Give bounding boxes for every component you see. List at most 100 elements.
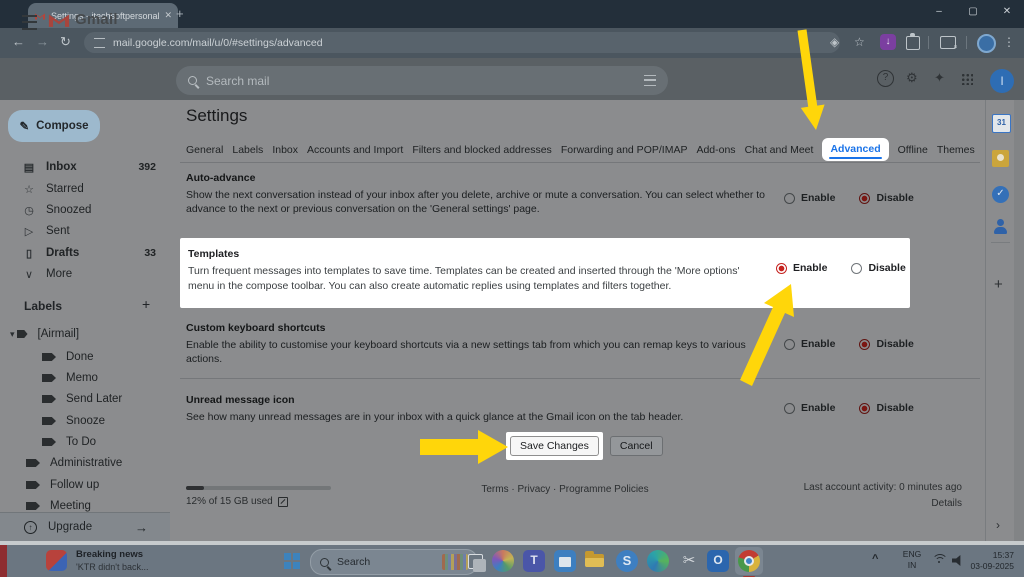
reading-mode-icon[interactable]: ◈: [830, 35, 839, 49]
tab-inbox[interactable]: Inbox: [272, 144, 298, 156]
browser-profile-avatar[interactable]: [977, 34, 996, 53]
minimize-button[interactable]: –: [928, 6, 950, 17]
start-button[interactable]: [284, 553, 300, 569]
send-icon: ▷: [22, 225, 36, 238]
disable-radio[interactable]: Disable: [859, 192, 913, 204]
inbox-icon: ▤: [22, 161, 36, 174]
section-auto-advance: Auto-advance Show the next conversation …: [186, 172, 976, 216]
outlook-icon[interactable]: O: [707, 550, 729, 572]
tab-close-icon[interactable]: ✕: [164, 10, 172, 21]
account-avatar[interactable]: I: [990, 69, 1014, 93]
calendar-icon[interactable]: 31: [992, 114, 1011, 133]
gemini-icon[interactable]: ✦: [934, 70, 945, 86]
sidebar-item-more[interactable]: ∨ More: [0, 264, 170, 284]
chrome-logo-icon: [738, 550, 760, 572]
details-link[interactable]: Details: [931, 498, 962, 509]
bookmark-star-icon[interactable]: ☆: [854, 35, 865, 49]
contacts-icon[interactable]: [992, 218, 1009, 235]
site-info-icon[interactable]: [94, 38, 105, 48]
main-menu-icon[interactable]: [22, 15, 37, 30]
chrome-icon-active[interactable]: [735, 547, 763, 575]
skype-icon[interactable]: S: [616, 550, 638, 572]
sidebar-label-done[interactable]: Done: [0, 347, 170, 367]
radio-circle-icon: [784, 339, 795, 350]
teams-icon[interactable]: T: [523, 550, 545, 572]
sidebar-label-send-later[interactable]: Send Later: [0, 389, 170, 409]
sidebar-item-drafts[interactable]: ▯ Drafts 33: [0, 243, 170, 263]
google-apps-grid-icon[interactable]: [961, 73, 973, 85]
get-add-ons-icon[interactable]: +: [994, 276, 1003, 293]
windows-taskbar: Breaking news 'KTR didn't back... Search…: [0, 545, 1024, 577]
settings-gear-icon[interactable]: ⚙: [906, 70, 918, 86]
tasks-icon[interactable]: ✓: [992, 186, 1009, 203]
widgets-news-icon[interactable]: [46, 550, 67, 571]
tab-themes[interactable]: Themes: [937, 144, 975, 156]
new-tab-button[interactable]: +: [176, 6, 184, 21]
maximize-button[interactable]: ▢: [962, 6, 984, 17]
sidebar-item-inbox[interactable]: ▤ Inbox 392: [0, 157, 170, 177]
edge-icon[interactable]: [647, 550, 669, 572]
close-button[interactable]: ✕: [996, 6, 1018, 17]
disable-radio[interactable]: Disable: [851, 262, 905, 274]
extensions-icon[interactable]: [906, 36, 920, 50]
address-bar[interactable]: mail.google.com/mail/u/0/#settings/advan…: [84, 32, 840, 53]
search-options-icon[interactable]: [644, 75, 656, 86]
tab-filters[interactable]: Filters and blocked addresses: [412, 144, 552, 156]
sidebar-item-snoozed[interactable]: ◷ Snoozed: [0, 200, 170, 220]
tab-advanced-active[interactable]: Advanced: [822, 138, 888, 161]
enable-radio[interactable]: Enable: [784, 192, 835, 204]
tab-offline[interactable]: Offline: [898, 144, 928, 156]
widget-news-subtitle[interactable]: 'KTR didn't back...: [76, 562, 148, 572]
sidebar-label-memo[interactable]: Memo: [0, 368, 170, 388]
sidebar-item-sent[interactable]: ▷ Sent: [0, 221, 170, 241]
expand-caret-icon[interactable]: ▾: [10, 329, 15, 340]
sidebar-item-starred[interactable]: ☆ Starred: [0, 179, 170, 199]
tray-chevron-icon[interactable]: ^: [872, 553, 878, 565]
upgrade-button[interactable]: ↑ Upgrade →: [0, 512, 170, 541]
snipping-tool-icon[interactable]: ✂: [678, 550, 700, 572]
microsoft-store-icon[interactable]: [554, 550, 576, 572]
disable-radio[interactable]: Disable: [859, 402, 913, 414]
keep-icon[interactable]: [992, 150, 1009, 167]
enable-radio[interactable]: Enable: [776, 262, 827, 274]
create-label-icon[interactable]: +: [142, 296, 150, 312]
enable-radio[interactable]: Enable: [784, 338, 835, 350]
sidebar-label-administrative[interactable]: Administrative: [0, 453, 170, 473]
compose-button[interactable]: ✎ Compose: [8, 110, 100, 142]
screenshot-tool-icon[interactable]: [940, 36, 956, 49]
clock-date[interactable]: 15:37 03-09-2025: [944, 550, 1014, 572]
search-mail-input[interactable]: Search mail: [176, 66, 668, 95]
help-icon[interactable]: ?: [877, 70, 894, 87]
tab-add-ons[interactable]: Add-ons: [696, 144, 735, 156]
browser-menu-icon[interactable]: ⋮: [1003, 35, 1015, 49]
back-icon[interactable]: ←: [12, 34, 25, 49]
cancel-button[interactable]: Cancel: [610, 436, 663, 456]
sidebar-label-to-do[interactable]: To Do: [0, 432, 170, 452]
toolbar-divider: [928, 36, 929, 49]
widget-news-title[interactable]: Breaking news: [76, 549, 143, 560]
reload-icon[interactable]: ↻: [60, 34, 71, 50]
sidebar-label-follow-up[interactable]: Follow up: [0, 475, 170, 495]
task-view-button[interactable]: [468, 554, 483, 569]
manage-storage-icon[interactable]: [278, 497, 288, 507]
language-indicator[interactable]: ENG IN: [896, 549, 928, 571]
sidebar-label-airmail[interactable]: ▾ [Airmail]: [0, 324, 170, 344]
tab-chat-and-meet[interactable]: Chat and Meet: [745, 144, 814, 156]
file-explorer-icon[interactable]: [585, 554, 604, 567]
tab-forwarding[interactable]: Forwarding and POP/IMAP: [561, 144, 688, 156]
forward-icon[interactable]: →: [36, 34, 49, 49]
collapse-panel-icon[interactable]: ›: [996, 518, 1000, 532]
toolbar-divider: [966, 36, 967, 49]
tab-general[interactable]: General: [186, 144, 223, 156]
copilot-icon[interactable]: [492, 550, 514, 572]
tab-labels[interactable]: Labels: [232, 144, 263, 156]
taskbar-search[interactable]: Search: [310, 549, 478, 575]
download-extension-icon[interactable]: ↓: [880, 34, 896, 50]
sidebar-label-snooze[interactable]: Snooze: [0, 411, 170, 431]
save-changes-button[interactable]: Save Changes: [510, 436, 599, 456]
radio-circle-icon: [776, 263, 787, 274]
enable-radio[interactable]: Enable: [784, 402, 835, 414]
disable-radio[interactable]: Disable: [859, 338, 913, 350]
tab-accounts-and-import[interactable]: Accounts and Import: [307, 144, 403, 156]
scrollbar-track[interactable]: [1014, 100, 1024, 541]
